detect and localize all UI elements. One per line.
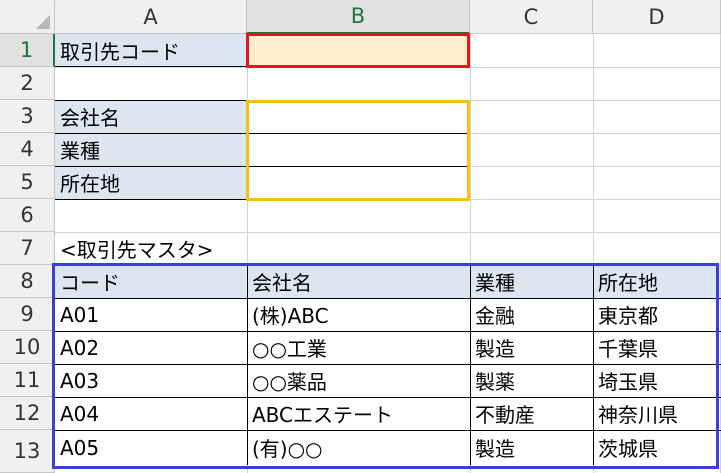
row-header-6[interactable]: 6 (0, 199, 55, 232)
row-header-9[interactable]: 9 (0, 298, 55, 331)
column-header-c[interactable]: C (470, 0, 593, 34)
location-output-cell[interactable] (247, 166, 470, 199)
master-cell[interactable]: A04 (55, 397, 247, 430)
row-header-12[interactable]: 12 (0, 397, 55, 430)
master-cell[interactable]: 神奈川県 (593, 397, 721, 430)
code-input-cell[interactable] (247, 34, 470, 67)
master-cell[interactable]: 不動産 (470, 397, 593, 430)
master-cell[interactable]: (株)ABC (247, 298, 470, 331)
row-header-3[interactable]: 3 (0, 100, 55, 133)
master-cell[interactable]: 埼玉県 (593, 364, 721, 397)
master-cell[interactable]: A03 (55, 364, 247, 397)
master-cell[interactable]: 製造 (470, 430, 593, 465)
master-cell[interactable]: 金融 (470, 298, 593, 331)
code-label[interactable]: 取引先コード (55, 34, 247, 67)
spreadsheet: A B C D 1 2 3 4 5 6 7 8 9 10 11 12 13 取引… (0, 0, 721, 473)
master-cell[interactable]: 製薬 (470, 364, 593, 397)
master-header-company[interactable]: 会社名 (247, 265, 470, 298)
master-cell[interactable]: ○○工業 (247, 331, 470, 364)
master-header-industry[interactable]: 業種 (470, 265, 593, 298)
company-label[interactable]: 会社名 (55, 100, 247, 133)
master-header-code[interactable]: コード (55, 265, 247, 298)
location-label[interactable]: 所在地 (55, 166, 247, 199)
industry-output-cell[interactable] (247, 133, 470, 166)
column-header-d[interactable]: D (593, 0, 721, 34)
industry-label[interactable]: 業種 (55, 133, 247, 166)
row-header-11[interactable]: 11 (0, 364, 55, 397)
row-header-5[interactable]: 5 (0, 166, 55, 199)
master-cell[interactable]: A01 (55, 298, 247, 331)
row-header-7[interactable]: 7 (0, 232, 55, 265)
column-header-b[interactable]: B (247, 0, 470, 34)
master-cell[interactable]: ○○薬品 (247, 364, 470, 397)
master-cell[interactable]: ABCエステート (247, 397, 470, 430)
master-title[interactable]: <取引先マスタ> (55, 232, 355, 265)
master-header-location[interactable]: 所在地 (593, 265, 721, 298)
company-output-cell[interactable] (247, 100, 470, 133)
master-cell[interactable]: 東京都 (593, 298, 721, 331)
gridline (55, 67, 721, 68)
border-line (55, 199, 470, 200)
column-header-a[interactable]: A (55, 0, 247, 34)
row-header-8[interactable]: 8 (0, 265, 55, 298)
select-all-corner[interactable] (0, 0, 55, 34)
row-header-1[interactable]: 1 (0, 34, 55, 67)
master-cell[interactable]: 千葉県 (593, 331, 721, 364)
row-header-2[interactable]: 2 (0, 67, 55, 100)
row-header-4[interactable]: 4 (0, 133, 55, 166)
master-cell[interactable]: 製造 (470, 331, 593, 364)
master-cell[interactable]: A05 (55, 430, 247, 465)
master-cell[interactable]: (有)○○ (247, 430, 470, 465)
row-header-10[interactable]: 10 (0, 331, 55, 364)
master-cell[interactable]: A02 (55, 331, 247, 364)
master-cell[interactable]: 茨城県 (593, 430, 721, 465)
row-header-13[interactable]: 13 (0, 430, 55, 473)
